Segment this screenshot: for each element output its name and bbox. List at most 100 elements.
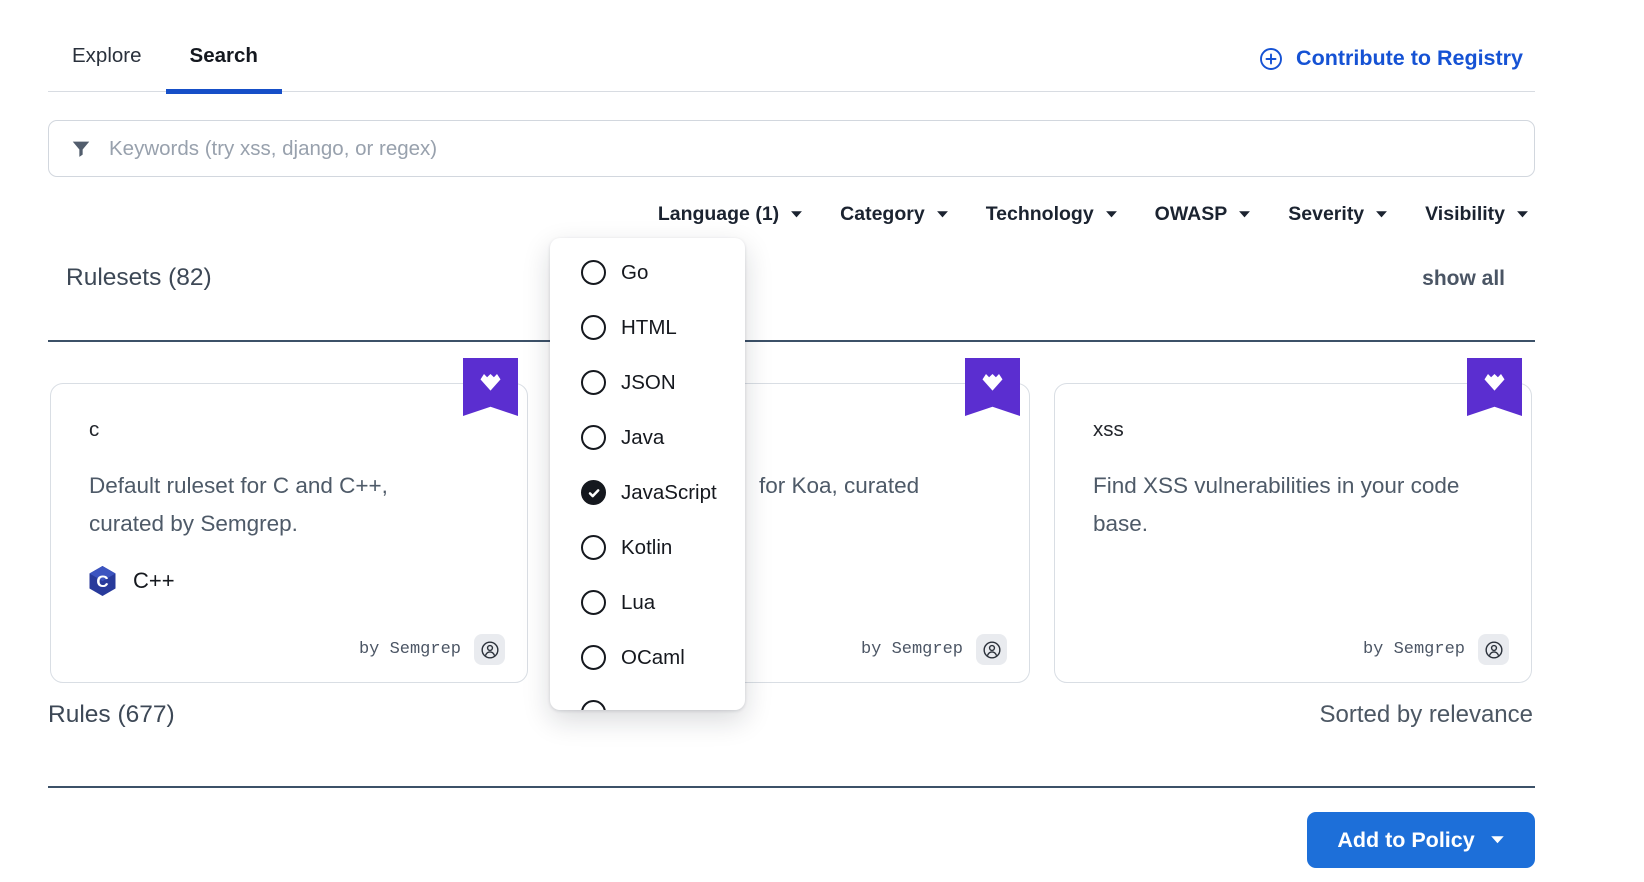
- author-avatar: [1478, 634, 1509, 665]
- chevron-down-icon: [1490, 835, 1505, 845]
- radio-icon: [581, 315, 606, 340]
- card-description: Default ruleset for C and C++, curated b…: [89, 467, 467, 543]
- rulesets-header-row: Rulesets (82) show all: [48, 264, 1535, 292]
- radio-icon: [581, 370, 606, 395]
- chevron-down-icon: [1105, 210, 1118, 219]
- radio-icon: [581, 425, 606, 450]
- language-option-label: JSON: [621, 371, 676, 395]
- tab-search[interactable]: Search: [166, 28, 282, 91]
- filter-category-label: Category: [840, 203, 925, 226]
- person-circle-icon: [1484, 640, 1504, 660]
- card-description: for Koa, curated: [759, 467, 919, 505]
- tab-explore[interactable]: Explore: [48, 28, 166, 91]
- filter-language-label: Language (1): [658, 203, 779, 226]
- language-option-label: Kotlin: [621, 536, 672, 560]
- card-footer: by Semgrep: [861, 634, 1007, 665]
- language-option-partial: [550, 685, 745, 710]
- chevron-down-icon: [1238, 210, 1251, 219]
- language-option-label: Java: [621, 426, 664, 450]
- person-circle-icon: [480, 640, 500, 660]
- rulesets-heading: Rulesets (82): [66, 264, 212, 292]
- card-title: xss: [1093, 418, 1493, 442]
- card-author: by Semgrep: [861, 640, 963, 659]
- language-option-html[interactable]: HTML: [550, 300, 745, 355]
- language-chip: C C++: [89, 566, 489, 596]
- language-option-java[interactable]: Java: [550, 410, 745, 465]
- gem-icon: [1483, 372, 1506, 392]
- pro-ribbon: [1467, 358, 1522, 416]
- language-option-label: HTML: [621, 316, 677, 340]
- gem-icon: [479, 372, 502, 392]
- filter-technology[interactable]: Technology: [986, 203, 1118, 226]
- add-to-policy-label: Add to Policy: [1337, 828, 1474, 853]
- language-option-label: JavaScript: [621, 481, 717, 505]
- language-option-go[interactable]: Go: [550, 245, 745, 300]
- show-all-link[interactable]: show all: [1422, 267, 1505, 291]
- ruleset-cards: c Default ruleset for C and C++, curated…: [50, 383, 1532, 683]
- filter-language[interactable]: Language (1): [658, 203, 803, 226]
- filter-visibility-label: Visibility: [1425, 203, 1505, 226]
- tab-search-label: Search: [190, 44, 258, 67]
- chevron-down-icon: [1516, 210, 1529, 219]
- language-option-label: OCaml: [621, 646, 685, 670]
- filter-visibility[interactable]: Visibility: [1425, 203, 1529, 226]
- check-icon: [587, 486, 601, 500]
- language-option-lua[interactable]: Lua: [550, 575, 745, 630]
- card-author: by Semgrep: [1363, 640, 1465, 659]
- ruleset-card-c[interactable]: c Default ruleset for C and C++, curated…: [50, 383, 528, 683]
- filter-category[interactable]: Category: [840, 203, 949, 226]
- filter-technology-label: Technology: [986, 203, 1094, 226]
- language-dropdown-menu: Go HTML JSON Java JavaScript: [550, 238, 745, 710]
- person-circle-icon: [982, 640, 1002, 660]
- sorted-by-label: Sorted by relevance: [1320, 701, 1533, 729]
- filter-owasp[interactable]: OWASP: [1155, 203, 1252, 226]
- language-option-javascript[interactable]: JavaScript: [550, 465, 745, 520]
- contribute-label: Contribute to Registry: [1296, 46, 1523, 71]
- registry-page: Explore Search Contribute to Registry La…: [0, 0, 1644, 882]
- plus-circle-icon: [1259, 47, 1283, 71]
- chevron-down-icon: [1375, 210, 1388, 219]
- card-footer: by Semgrep: [1363, 634, 1509, 665]
- ruleset-card-xss[interactable]: xss Find XSS vulnerabilities in your cod…: [1054, 383, 1532, 683]
- author-avatar: [474, 634, 505, 665]
- tab-explore-label: Explore: [72, 44, 142, 67]
- radio-icon: [581, 645, 606, 670]
- card-author: by Semgrep: [359, 640, 461, 659]
- language-chip-label: C++: [133, 568, 175, 594]
- filter-row: Language (1) Category Technology OWASP S…: [48, 203, 1535, 226]
- language-option-ocaml[interactable]: OCaml: [550, 630, 745, 685]
- filter-severity-label: Severity: [1288, 203, 1364, 226]
- svg-text:C: C: [96, 572, 108, 591]
- author-avatar: [976, 634, 1007, 665]
- keyword-search-box: [48, 120, 1535, 177]
- filter-owasp-label: OWASP: [1155, 203, 1228, 226]
- contribute-to-registry-link[interactable]: Contribute to Registry: [1259, 46, 1523, 71]
- card-footer: by Semgrep: [359, 634, 505, 665]
- pro-ribbon: [463, 358, 518, 416]
- language-option-kotlin[interactable]: Kotlin: [550, 520, 745, 575]
- rules-header-row: Rules (677) Sorted by relevance: [48, 701, 1535, 729]
- language-option-label: Go: [621, 261, 648, 285]
- radio-icon: [581, 700, 606, 710]
- language-option-label: Lua: [621, 591, 655, 615]
- add-to-policy-button[interactable]: Add to Policy: [1307, 812, 1535, 868]
- language-option-json[interactable]: JSON: [550, 355, 745, 410]
- tabs-bar: Explore Search Contribute to Registry: [48, 28, 1535, 92]
- rules-heading: Rules (677): [48, 701, 175, 729]
- card-title: c: [89, 418, 489, 442]
- rulesets-divider: [48, 340, 1535, 342]
- search-input[interactable]: [109, 137, 1513, 161]
- radio-icon: [581, 260, 606, 285]
- gem-icon: [981, 372, 1004, 392]
- cpp-logo-icon: C: [89, 566, 116, 596]
- filter-funnel-icon: [70, 138, 92, 160]
- rules-divider: [48, 786, 1535, 788]
- filter-severity[interactable]: Severity: [1288, 203, 1388, 226]
- radio-icon: [581, 535, 606, 560]
- chevron-down-icon: [936, 210, 949, 219]
- radio-checked-icon: [581, 480, 606, 505]
- chevron-down-icon: [790, 210, 803, 219]
- pro-ribbon: [965, 358, 1020, 416]
- card-description: Find XSS vulnerabilities in your code ba…: [1093, 467, 1471, 543]
- radio-icon: [581, 590, 606, 615]
